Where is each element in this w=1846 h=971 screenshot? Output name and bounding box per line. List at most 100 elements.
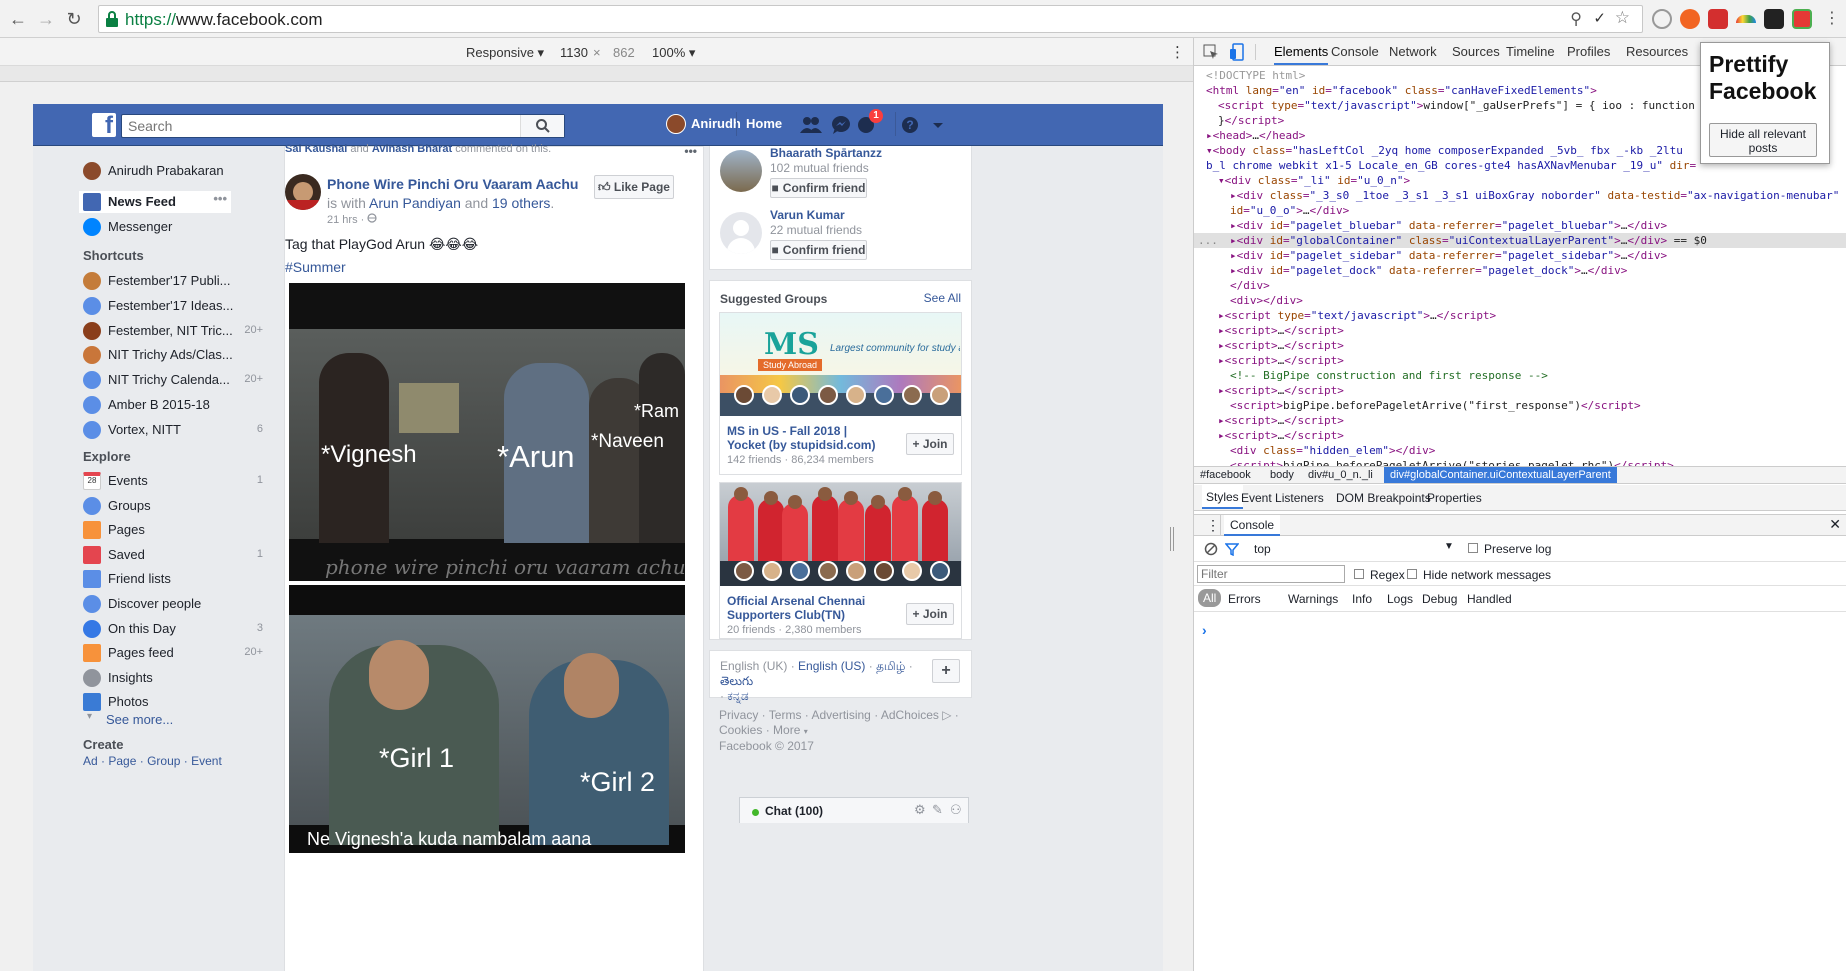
sidebar-item-explore[interactable]: Pages: [83, 519, 263, 541]
create-group-link[interactable]: Group: [147, 754, 180, 768]
sidebar-item-messenger[interactable]: Messenger: [83, 216, 263, 238]
chevron-down-icon[interactable]: ▼: [1444, 541, 1454, 552]
filter-icon[interactable]: [1225, 542, 1239, 556]
language-link[interactable]: ಕನ್ನಡ: [727, 689, 748, 703]
device-height[interactable]: 862: [613, 45, 635, 60]
preserve-log-checkbox[interactable]: [1468, 543, 1478, 553]
drawer-menu-icon[interactable]: ⋮: [1206, 517, 1220, 534]
forward-icon[interactable]: →: [36, 9, 56, 29]
reload-icon[interactable]: ↻: [64, 9, 84, 29]
device-more-icon[interactable]: ⋮: [1170, 43, 1185, 61]
sidebar-tab[interactable]: Properties: [1427, 491, 1482, 505]
profile-link[interactable]: Anirudh: [691, 116, 741, 131]
hashtag-link[interactable]: #Summer: [285, 259, 346, 275]
check-icon[interactable]: ✓: [1593, 9, 1606, 27]
person-name-link[interactable]: Varun Kumar: [770, 208, 845, 222]
confirm-friend-button[interactable]: ■ Confirm friend: [770, 178, 867, 198]
console-filter-input[interactable]: [1197, 565, 1345, 583]
post-options-icon[interactable]: •••: [684, 144, 697, 158]
sidebar-item-shortcut[interactable]: Festember'17 Publi...: [83, 270, 263, 292]
chat-bar[interactable]: Chat (100) ⚙ ✎ ⚇: [739, 797, 969, 823]
extension-orange-icon[interactable]: [1680, 9, 1700, 29]
sidebar-item-explore[interactable]: Friend lists: [83, 568, 263, 590]
zoom-select[interactable]: 100% ▾: [652, 45, 695, 61]
avatar[interactable]: [666, 114, 686, 134]
tagged-person-link[interactable]: Arun Pandiyan: [369, 195, 461, 211]
sidebar-item-explore[interactable]: 28 Events 1: [83, 470, 263, 492]
close-icon[interactable]: ✕: [1829, 516, 1841, 533]
add-language-button[interactable]: +: [932, 659, 960, 683]
devtools-tab-sources[interactable]: Sources: [1452, 44, 1500, 59]
friend-requests-icon[interactable]: [800, 115, 822, 135]
breadcrumb-item[interactable]: div#u_0_n._li: [1308, 469, 1373, 481]
group-name-link[interactable]: MS in US - Fall 2018 | Yocket (by stupid…: [727, 424, 887, 452]
confirm-friend-button[interactable]: ■ Confirm friend: [770, 240, 867, 260]
news-feed-options-icon[interactable]: •••: [213, 191, 227, 206]
like-page-button[interactable]: 👍︎ Like Page: [594, 175, 674, 199]
back-icon[interactable]: ←: [8, 9, 28, 29]
hide-network-checkbox[interactable]: [1407, 569, 1417, 579]
level-filter-logs[interactable]: Logs: [1387, 592, 1413, 606]
messenger-icon[interactable]: [830, 115, 852, 135]
devtools-tab-timeline[interactable]: Timeline: [1506, 44, 1555, 59]
sidebar-item-news-feed[interactable]: News Feed •••: [79, 191, 231, 213]
account-menu-icon[interactable]: [927, 115, 949, 135]
sidebar-tab[interactable]: DOM Breakpoints: [1336, 491, 1431, 505]
address-bar[interactable]: https://www.facebook.com ⚲ ✓ ☆: [98, 5, 1643, 33]
level-filter-debug[interactable]: Debug: [1422, 592, 1457, 606]
create-event-link[interactable]: Event: [191, 754, 222, 768]
level-filter-all[interactable]: All: [1198, 589, 1222, 607]
device-mode-select[interactable]: Responsive ▾: [466, 45, 544, 61]
level-filter-warnings[interactable]: Warnings: [1288, 592, 1338, 606]
console-tab[interactable]: Console: [1224, 515, 1281, 536]
cookies-link[interactable]: Cookies: [719, 723, 762, 737]
group-card[interactable]: Official Arsenal Chennai Supporters Club…: [719, 482, 962, 639]
search-button[interactable]: [520, 115, 564, 137]
extension-prettify-icon[interactable]: [1792, 9, 1812, 29]
sidebar-item-profile[interactable]: Anirudh Prabakaran: [83, 160, 263, 182]
level-filter-info[interactable]: Info: [1352, 592, 1372, 606]
sidebar-item-shortcut[interactable]: NIT Trichy Calenda... 20+: [83, 369, 263, 391]
viewport-resize-handle[interactable]: [1170, 527, 1174, 551]
devtools-tab-profiles[interactable]: Profiles: [1567, 44, 1610, 59]
breadcrumb-item[interactable]: body: [1270, 469, 1294, 481]
person-avatar[interactable]: [720, 150, 762, 192]
extension-red-icon[interactable]: [1708, 9, 1728, 29]
privacy-link[interactable]: Privacy: [719, 708, 758, 722]
join-group-button[interactable]: + Join: [906, 603, 954, 625]
group-name-link[interactable]: Official Arsenal Chennai Supporters Club…: [727, 594, 887, 622]
sidebar-item-explore[interactable]: Discover people: [83, 593, 263, 615]
see-all-link[interactable]: See All: [924, 291, 961, 305]
facebook-logo-icon[interactable]: f: [92, 112, 116, 139]
advertising-link[interactable]: Advertising: [811, 708, 870, 722]
sidebar-item-shortcut[interactable]: NIT Trichy Ads/Clas...: [83, 344, 263, 366]
star-icon[interactable]: ☆: [1615, 8, 1630, 28]
sidebar-item-shortcut[interactable]: Festember'17 Ideas...: [83, 295, 263, 317]
adchoices-link[interactable]: AdChoices: [881, 708, 939, 722]
meme-image-top[interactable]: *Vignesh *Arun *Naveen *Ram phone wire p…: [289, 283, 685, 581]
home-link[interactable]: Home: [746, 116, 782, 131]
regex-checkbox[interactable]: [1354, 569, 1364, 579]
language-link[interactable]: English (US): [798, 659, 865, 673]
language-link[interactable]: தமிழ்: [876, 659, 905, 673]
create-ad-link[interactable]: Ad: [83, 754, 98, 768]
device-toggle-icon[interactable]: [1229, 43, 1245, 61]
group-chat-icon[interactable]: ⚇: [950, 802, 962, 818]
level-filter-errors[interactable]: Errors: [1228, 592, 1261, 606]
post-time[interactable]: 21 hrs ·: [327, 213, 377, 226]
language-link[interactable]: తెలుగు: [720, 674, 753, 688]
devtools-tab-resources[interactable]: Resources: [1626, 44, 1688, 59]
tagged-others-link[interactable]: 19 others: [492, 195, 550, 211]
sidebar-tab[interactable]: Event Listeners: [1241, 491, 1324, 505]
see-more-link[interactable]: ▾ See more...: [83, 709, 263, 731]
meme-image-bottom[interactable]: *Girl 1 *Girl 2 Ne Vignesh'a kuda nambal…: [289, 585, 685, 853]
sidebar-item-shortcut[interactable]: Festember, NIT Tric... 20+: [83, 320, 263, 342]
compose-icon[interactable]: ✎: [932, 802, 943, 818]
zoom-icon[interactable]: ⚲: [1570, 9, 1582, 29]
join-group-button[interactable]: + Join: [906, 433, 954, 455]
person-name-link[interactable]: Bhaarath Spārtanzz: [770, 146, 882, 160]
extension-circle-icon[interactable]: [1652, 9, 1672, 29]
group-card[interactable]: MS Study Abroad Largest community for st…: [719, 312, 962, 475]
sidebar-item-shortcut[interactable]: Amber B 2015-18: [83, 394, 263, 416]
gear-icon[interactable]: ⚙: [914, 802, 926, 818]
